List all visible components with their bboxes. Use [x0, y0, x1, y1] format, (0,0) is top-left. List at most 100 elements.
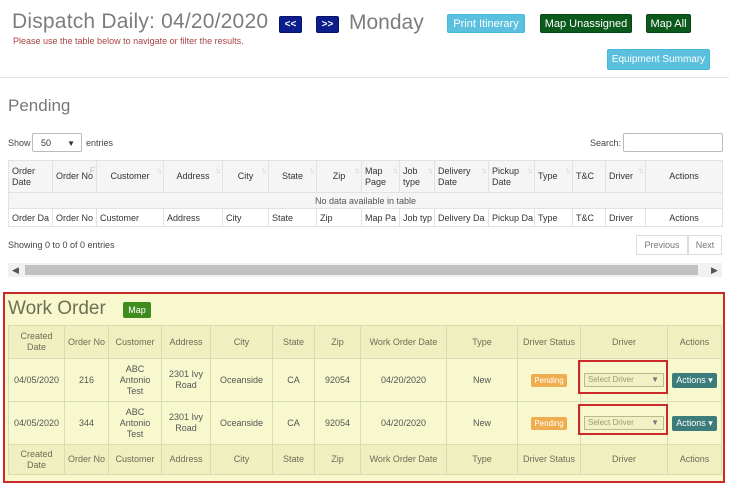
- scroll-right-icon[interactable]: ▶: [711, 265, 718, 276]
- cell-address: 2301 Ivy Road: [161, 401, 211, 445]
- status-badge: Pending: [531, 373, 567, 387]
- entries-label: entries: [86, 138, 114, 148]
- cell-work-order-date: 04/20/2020: [360, 401, 447, 445]
- pending-col-job-type[interactable]: Job type ↑↓: [399, 160, 435, 193]
- filter-order-date[interactable]: Order Da: [8, 208, 53, 227]
- actions-button[interactable]: Actions ▾: [672, 372, 717, 388]
- status-badge: Pending: [531, 416, 567, 430]
- work-order-map-button[interactable]: Map: [123, 302, 151, 318]
- page-size-value: 50: [41, 137, 52, 148]
- filter-pickup-date[interactable]: Pickup Da: [488, 208, 535, 227]
- sort-icon: ↑↓: [638, 166, 644, 175]
- scroll-left-icon[interactable]: ◀: [12, 265, 19, 276]
- cell-zip: 92054: [314, 401, 361, 445]
- filter-driver[interactable]: Driver: [605, 208, 646, 227]
- cell-city: Oceanside: [210, 358, 273, 402]
- pending-col-pickup-date[interactable]: Pickup Date ↑↓: [488, 160, 535, 193]
- driver-select-highlight: [578, 360, 668, 394]
- filter-zip[interactable]: Zip: [316, 208, 362, 227]
- wo-col-driver: Driver: [580, 325, 668, 359]
- pending-col-order-date[interactable]: Order Date: [8, 160, 53, 193]
- caret-down-icon: ▾: [708, 374, 713, 385]
- sort-icon: ↑↓: [215, 166, 221, 175]
- driver-select-highlight: [578, 404, 668, 435]
- filter-state[interactable]: State: [268, 208, 317, 227]
- search-label: Search:: [590, 138, 622, 148]
- scrollbar-thumb[interactable]: [25, 265, 698, 275]
- equipment-summary-button[interactable]: Equipment Summary: [607, 49, 710, 70]
- weekday-label: Monday: [349, 11, 424, 34]
- cell-created-date: 04/05/2020: [8, 358, 65, 402]
- cell-address: 2301 Ivy Road: [161, 358, 211, 402]
- cell-actions: Actions ▾: [667, 401, 722, 445]
- pending-col-zip[interactable]: Zip ↑↓: [316, 160, 362, 193]
- cell-order-no: 344: [64, 401, 109, 445]
- pending-col-driver[interactable]: Driver ↑↓: [605, 160, 646, 193]
- sort-icon: ↑↓: [392, 166, 398, 175]
- pending-col-city[interactable]: City ↑↓: [222, 160, 269, 193]
- cell-type: New: [446, 358, 518, 402]
- filter-order-no[interactable]: Order No: [52, 208, 97, 227]
- page-subtitle: Please use the table below to navigate o…: [13, 36, 244, 46]
- pending-col-type[interactable]: Type ↑↓: [534, 160, 573, 193]
- page-title-prefix: Dispatch Daily:: [12, 10, 162, 33]
- show-label: Show: [8, 138, 31, 148]
- cell-state: CA: [272, 358, 315, 402]
- pending-col-address[interactable]: Address ↑↓: [163, 160, 223, 193]
- filter-map-page[interactable]: Map Pa: [361, 208, 400, 227]
- pending-empty-row: No data available in table: [8, 192, 723, 209]
- filter-tc[interactable]: T&C: [572, 208, 606, 227]
- pending-col-state[interactable]: State ↑↓: [268, 160, 317, 193]
- next-page-button[interactable]: Next: [688, 235, 722, 255]
- pending-table: Order Date Order No ↓F Customer ↑↓ Address…: [8, 160, 723, 227]
- wo-foot-driver-status: Driver Status: [517, 444, 581, 475]
- wo-foot-actions: Actions: [667, 444, 722, 475]
- sort-icon: ↑↓: [565, 166, 571, 175]
- wo-col-address: Address: [161, 325, 211, 359]
- pending-col-tc[interactable]: T&C: [572, 160, 606, 193]
- filter-customer[interactable]: Customer: [96, 208, 164, 227]
- empty-message: No data available in table: [8, 192, 723, 209]
- wo-foot-address: Address: [161, 444, 211, 475]
- page-title: Dispatch Daily: 04/20/2020: [12, 10, 268, 34]
- previous-page-button[interactable]: Previous: [636, 235, 688, 255]
- filter-job-type[interactable]: Job typ: [399, 208, 435, 227]
- print-itinerary-button[interactable]: Print Itinerary: [447, 14, 525, 33]
- map-unassigned-button[interactable]: Map Unassigned: [540, 14, 632, 33]
- wo-foot-state: State: [272, 444, 315, 475]
- caret-down-icon: ▾: [708, 417, 713, 428]
- cell-driver-status: Pending: [517, 358, 581, 402]
- cell-city: Oceanside: [210, 401, 273, 445]
- wo-col-order-no: Order No: [64, 325, 109, 359]
- pending-col-map-page[interactable]: Map Page ↑↓: [361, 160, 400, 193]
- pending-col-order-no[interactable]: Order No ↓F: [52, 160, 97, 193]
- work-order-header-row: Created Date Order No Customer Address C…: [8, 325, 722, 359]
- wo-col-driver-status: Driver Status: [517, 325, 581, 359]
- search-input[interactable]: [623, 133, 723, 152]
- map-all-button[interactable]: Map All: [646, 14, 691, 33]
- wo-foot-order-no: Order No: [64, 444, 109, 475]
- filter-type[interactable]: Type: [534, 208, 573, 227]
- pending-col-customer[interactable]: Customer ↑↓: [96, 160, 164, 193]
- cell-state: CA: [272, 401, 315, 445]
- cell-customer: ABC Antonio Test: [108, 401, 162, 445]
- filter-actions: Actions: [645, 208, 723, 227]
- pending-section-title: Pending: [8, 96, 71, 115]
- cell-type: New: [446, 401, 518, 445]
- table-info: Showing 0 to 0 of 0 entries: [8, 240, 115, 250]
- wo-col-work-order-date: Work Order Date: [360, 325, 447, 359]
- cell-customer: ABC Antonio Test: [108, 358, 162, 402]
- wo-col-customer: Customer: [108, 325, 162, 359]
- pending-col-delivery-date[interactable]: Delivery Date ↑↓: [434, 160, 489, 193]
- cell-order-no: 216: [64, 358, 109, 402]
- previous-day-button[interactable]: <<: [279, 16, 302, 33]
- filter-delivery-date[interactable]: Delivery Da: [434, 208, 489, 227]
- filter-city[interactable]: City: [222, 208, 269, 227]
- wo-foot-customer: Customer: [108, 444, 162, 475]
- page-size-select[interactable]: 50 ▼: [32, 133, 82, 152]
- actions-button[interactable]: Actions ▾: [672, 415, 717, 431]
- next-day-button[interactable]: >>: [316, 16, 339, 33]
- filter-address[interactable]: Address: [163, 208, 223, 227]
- sort-icon: ↑↓: [481, 166, 487, 175]
- sort-icon: ↑↓: [427, 166, 433, 175]
